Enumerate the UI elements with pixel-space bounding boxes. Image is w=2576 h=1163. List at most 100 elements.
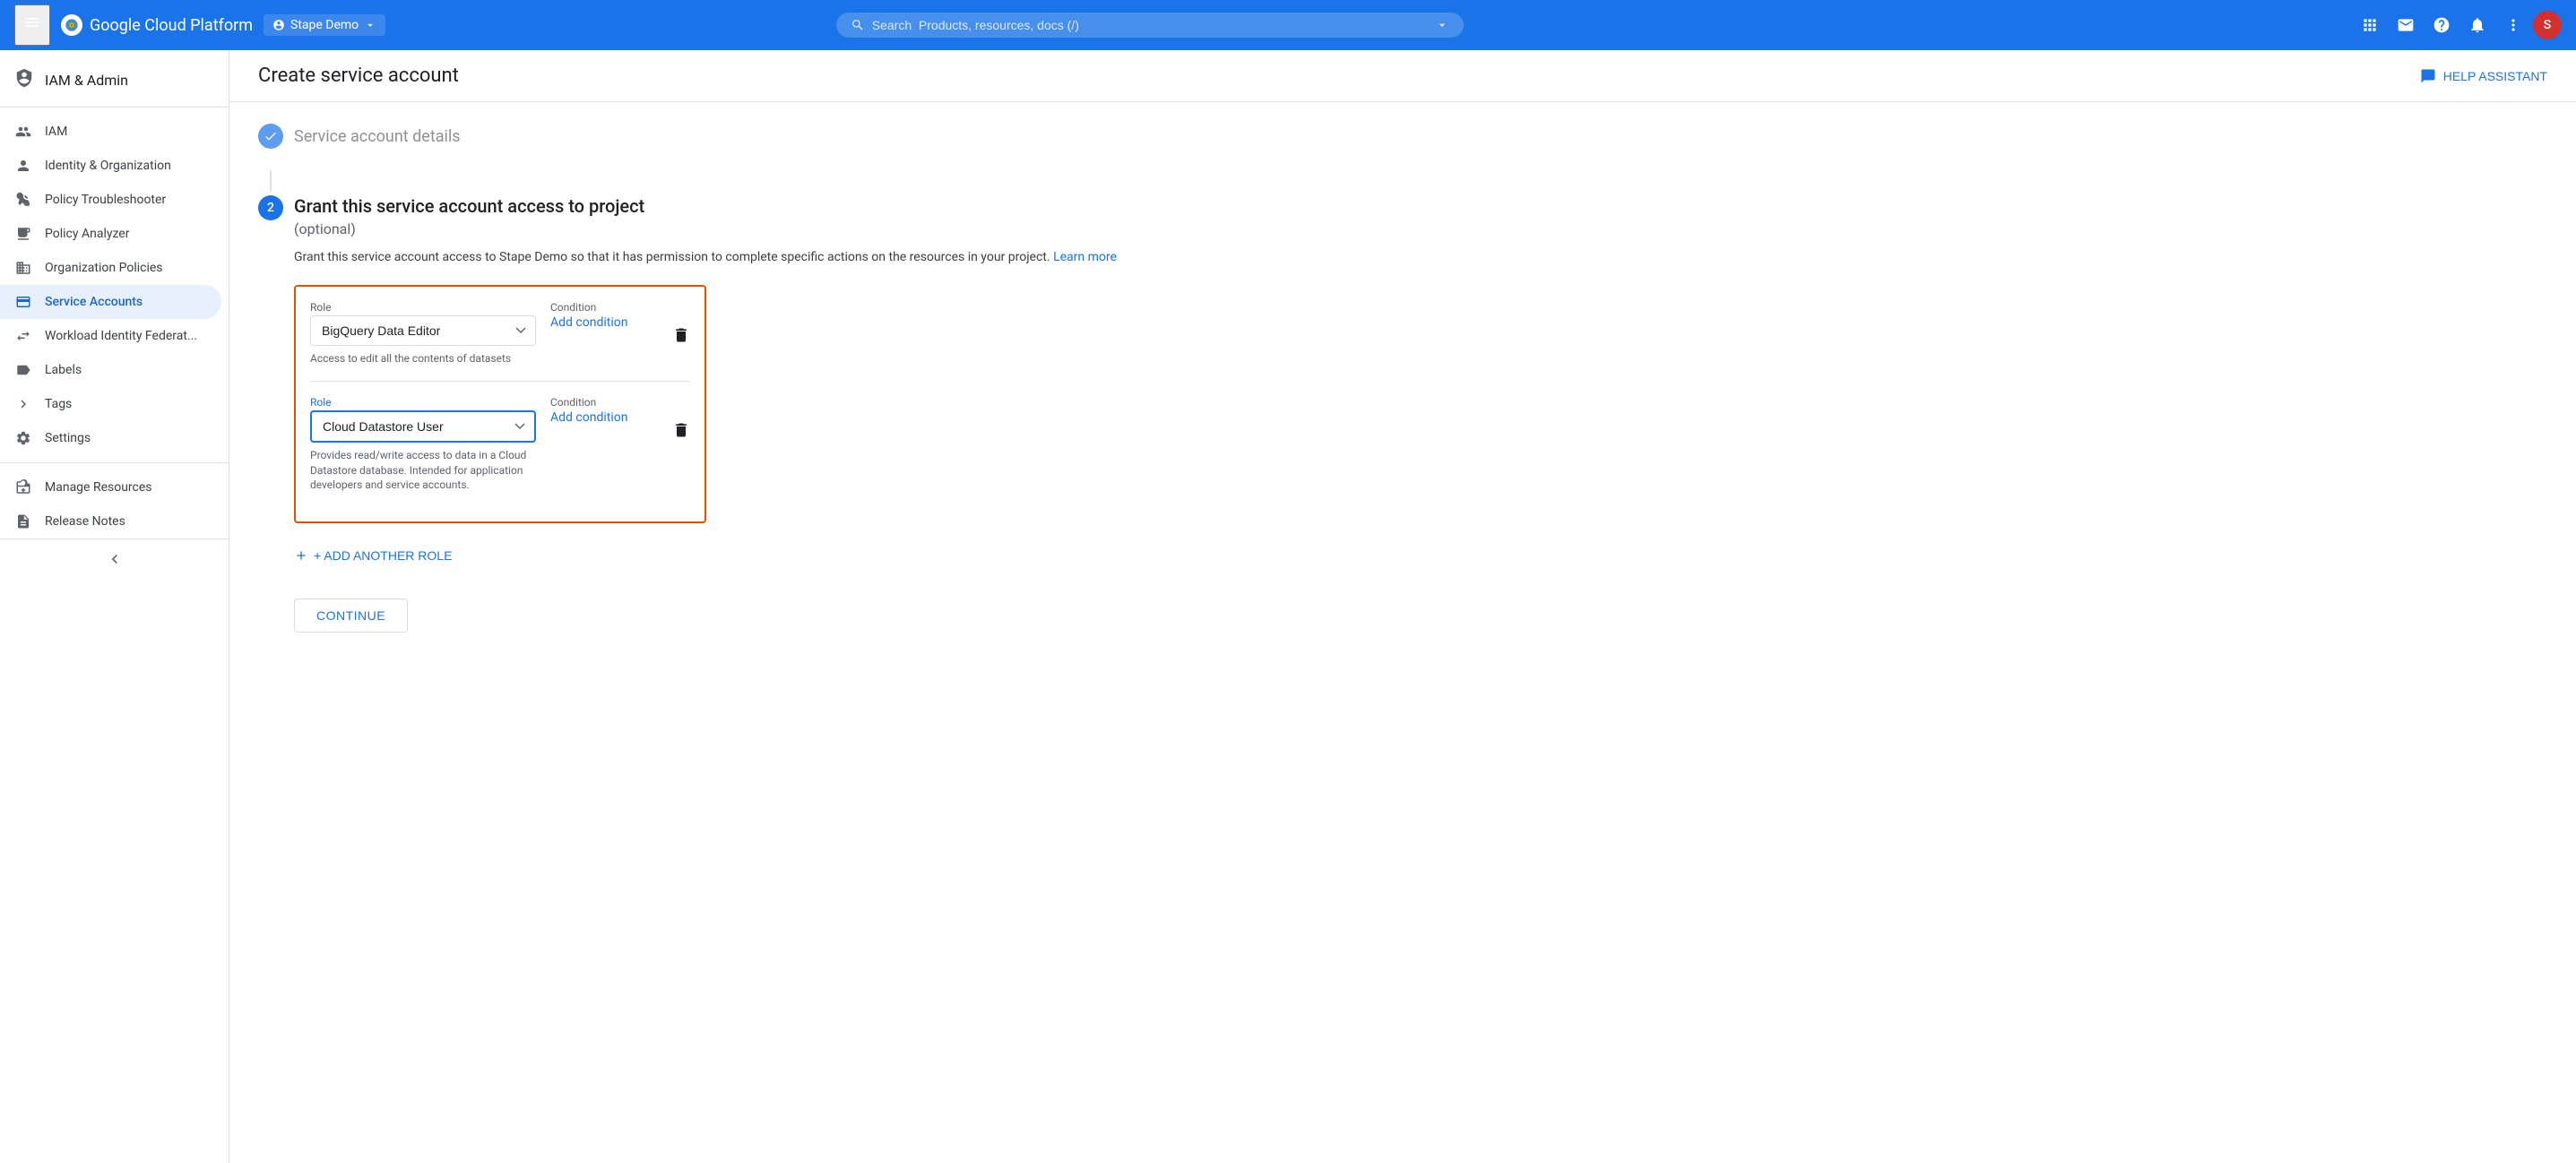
roles-box: Role BigQuery Data Editor BigQuery Data … — [294, 285, 706, 523]
step2-description: Grant this service account access to Sta… — [294, 248, 2547, 267]
main-content: Create service account HELP ASSISTANT Se… — [229, 50, 2576, 1163]
app-logo: Google Cloud Platform — [61, 14, 253, 36]
page-header: Create service account HELP ASSISTANT — [229, 50, 2576, 102]
step2-number: 2 — [258, 195, 283, 220]
sidebar-item-labels-label: Labels — [45, 363, 82, 377]
sidebar-item-org-policies[interactable]: Organization Policies — [0, 251, 221, 285]
sidebar: IAM & Admin IAM Identity & Organization … — [0, 50, 229, 1163]
page-title: Create service account — [258, 65, 459, 87]
role1-delete-btn[interactable] — [672, 301, 690, 349]
sidebar-collapse-btn[interactable] — [0, 538, 229, 579]
collapse-icon — [106, 550, 124, 568]
more-options-icon-btn[interactable] — [2497, 9, 2529, 41]
roles-separator — [310, 381, 690, 382]
role2-row: Role BigQuery Data Editor BigQuery Data … — [310, 396, 690, 493]
step1-completed: Service account details — [258, 124, 2547, 149]
sidebar-item-labels[interactable]: Labels — [0, 353, 221, 387]
policy-analyzer-icon — [14, 226, 32, 242]
role2-description: Provides read/write access to data in a … — [310, 448, 536, 493]
identity-org-icon — [14, 158, 32, 174]
user-avatar[interactable]: S — [2533, 11, 2562, 39]
page-body: Service account details 2 Grant this ser… — [229, 102, 2576, 672]
org-policies-icon — [14, 260, 32, 276]
workload-identity-icon — [14, 328, 32, 344]
role1-add-condition[interactable]: Add condition — [550, 315, 627, 330]
hamburger-menu[interactable] — [14, 4, 50, 46]
apps-icon-btn[interactable] — [2354, 9, 2386, 41]
search-dropdown-icon — [1435, 18, 1449, 32]
step1-title: Service account details — [294, 127, 461, 146]
sidebar-item-workload-identity-label: Workload Identity Federat... — [45, 329, 197, 343]
role1-entry: Role BigQuery Data Editor BigQuery Data … — [310, 301, 690, 366]
sidebar-item-identity-label: Identity & Organization — [45, 159, 171, 173]
sidebar-item-policy-analyzer[interactable]: Policy Analyzer — [0, 217, 221, 251]
role1-condition-label: Condition — [550, 301, 658, 314]
logo-icon — [61, 14, 82, 36]
continue-btn-wrapper: CONTINUE — [294, 599, 2547, 633]
sidebar-item-org-policies-label: Organization Policies — [45, 261, 163, 275]
sidebar-item-iam[interactable]: IAM — [0, 115, 221, 149]
add-another-role-button[interactable]: + ADD ANOTHER ROLE — [294, 541, 452, 570]
project-selector[interactable]: Stape Demo — [264, 14, 385, 36]
main-layout: IAM & Admin IAM Identity & Organization … — [0, 50, 2576, 1163]
sidebar-item-workload-identity[interactable]: Workload Identity Federat... — [0, 319, 221, 353]
manage-resources-icon — [14, 479, 32, 495]
service-accounts-icon — [14, 294, 32, 310]
nav-icons: S — [2354, 9, 2562, 41]
sidebar-item-settings[interactable]: Settings — [0, 421, 221, 455]
help-assistant-button[interactable]: HELP ASSISTANT — [2420, 68, 2547, 84]
sidebar-item-policy-troubleshooter-label: Policy Troubleshooter — [45, 193, 166, 207]
search-input[interactable] — [872, 18, 1428, 32]
settings-icon — [14, 430, 32, 446]
iam-admin-icon — [14, 68, 34, 92]
role1-condition-col: Condition Add condition — [550, 301, 658, 330]
labels-icon — [14, 362, 32, 378]
help-assistant-label: HELP ASSISTANT — [2443, 69, 2547, 83]
sidebar-header: IAM & Admin — [0, 57, 229, 108]
sidebar-divider — [0, 462, 229, 463]
sidebar-item-policy-troubleshooter[interactable]: Policy Troubleshooter — [0, 183, 221, 217]
role2-entry: Role BigQuery Data Editor BigQuery Data … — [310, 396, 690, 493]
mail-icon-btn[interactable] — [2390, 9, 2422, 41]
notifications-icon — [2468, 16, 2486, 34]
project-name: Stape Demo — [290, 18, 359, 32]
search-bar[interactable] — [836, 13, 1464, 38]
role2-add-condition[interactable]: Add condition — [550, 410, 627, 425]
release-notes-icon — [14, 513, 32, 530]
step2-content: Grant this service account access to pro… — [294, 195, 2547, 633]
sidebar-item-manage-resources-label: Manage Resources — [45, 480, 152, 495]
delete-icon-2 — [672, 421, 690, 439]
search-icon — [851, 18, 865, 32]
role1-select[interactable]: BigQuery Data Editor BigQuery Data Viewe… — [310, 315, 536, 346]
apps-icon — [2361, 16, 2379, 34]
learn-more-link[interactable]: Learn more — [1053, 250, 1117, 264]
continue-button[interactable]: CONTINUE — [294, 599, 408, 633]
delete-icon — [672, 326, 690, 344]
role2-condition-label: Condition — [550, 396, 658, 409]
role2-field: Role BigQuery Data Editor BigQuery Data … — [310, 396, 536, 493]
sidebar-item-manage-resources[interactable]: Manage Resources — [0, 470, 221, 504]
mail-icon — [2397, 16, 2415, 34]
add-icon — [294, 548, 308, 563]
sidebar-item-tags[interactable]: Tags — [0, 387, 221, 421]
policy-troubleshooter-icon — [14, 192, 32, 208]
step2-optional: (optional) — [294, 220, 2547, 237]
sidebar-item-iam-label: IAM — [45, 125, 67, 139]
sidebar-item-service-accounts-label: Service Accounts — [45, 295, 143, 309]
notifications-icon-btn[interactable] — [2461, 9, 2494, 41]
role2-delete-btn[interactable] — [672, 396, 690, 444]
role2-condition-col: Condition Add condition — [550, 396, 658, 425]
help-icon — [2433, 16, 2451, 34]
sidebar-item-settings-label: Settings — [45, 431, 91, 445]
sidebar-item-service-accounts[interactable]: Service Accounts — [0, 285, 221, 319]
role2-select[interactable]: BigQuery Data Editor BigQuery Data Viewe… — [310, 410, 536, 443]
sidebar-item-policy-analyzer-label: Policy Analyzer — [45, 227, 129, 241]
more-vert-icon — [2504, 16, 2522, 34]
role1-label: Role — [310, 301, 536, 314]
sidebar-item-identity-org[interactable]: Identity & Organization — [0, 149, 221, 183]
help-icon-btn[interactable] — [2425, 9, 2458, 41]
role1-description: Access to edit all the contents of datas… — [310, 351, 536, 366]
logo-text: Google Cloud Platform — [90, 16, 253, 35]
sidebar-item-release-notes[interactable]: Release Notes — [0, 504, 221, 538]
chat-icon — [2420, 68, 2436, 84]
